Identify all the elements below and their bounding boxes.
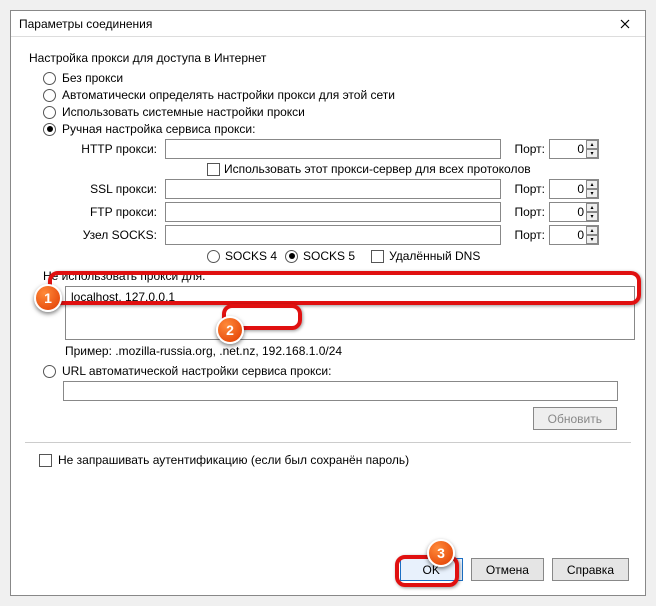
radio-icon [43, 123, 56, 136]
radio-system-proxy[interactable]: Использовать системные настройки прокси [43, 105, 631, 119]
port-label: Порт: [505, 142, 545, 156]
example-text: Пример: .mozilla-russia.org, .net.nz, 19… [65, 344, 631, 358]
socks-label: Узел SOCKS: [67, 228, 161, 242]
no-proxy-textarea[interactable]: localhost, 127.0.0.1 [65, 286, 635, 340]
radio-label: Без прокси [62, 71, 123, 85]
ftp-label: FTP прокси: [67, 205, 161, 219]
radio-icon [43, 89, 56, 102]
auto-url-label: URL автоматической настройки сервиса про… [62, 364, 331, 378]
port-spinner[interactable]: ▴▾ [586, 180, 598, 198]
radio-manual-proxy[interactable]: Ручная настройка сервиса прокси: [43, 122, 631, 136]
ssl-label: SSL прокси: [67, 182, 161, 196]
radio-icon [43, 106, 56, 119]
ssl-proxy-input[interactable] [165, 179, 501, 199]
ssl-proxy-row: SSL прокси: Порт: ▴▾ [67, 179, 631, 199]
help-button[interactable]: Справка [552, 558, 629, 581]
radio-auto-detect[interactable]: Автоматически определять настройки прокс… [43, 88, 631, 102]
http-proxy-input[interactable] [165, 139, 501, 159]
ftp-proxy-row: FTP прокси: Порт: ▴▾ [67, 202, 631, 222]
no-proxy-value: localhost, 127.0.0.1 [71, 290, 175, 304]
divider [25, 442, 631, 443]
use-for-all-label: Использовать этот прокси-сервер для всех… [224, 162, 531, 176]
titlebar: Параметры соединения [11, 11, 645, 37]
window-title: Параметры соединения [19, 17, 152, 31]
close-button[interactable] [605, 11, 645, 37]
radio-label: Ручная настройка сервиса прокси: [62, 122, 255, 136]
radio-socks5[interactable]: SOCKS 5 [285, 249, 355, 263]
socks-proxy-row: Узел SOCKS: Порт: ▴▾ [67, 225, 631, 245]
radio-label: Использовать системные настройки прокси [62, 105, 305, 119]
socks4-label: SOCKS 4 [225, 249, 277, 263]
radio-auto-url[interactable]: URL автоматической настройки сервиса про… [43, 364, 631, 378]
socks-proxy-input[interactable] [165, 225, 501, 245]
connection-settings-window: Параметры соединения Настройка прокси дл… [10, 10, 646, 596]
auth-label: Не запрашивать аутентификацию (если был … [58, 453, 409, 467]
section-title: Настройка прокси для доступа в Интернет [29, 51, 631, 65]
callout-2: 2 [216, 316, 244, 344]
use-for-all-row[interactable]: Использовать этот прокси-сервер для всех… [207, 162, 631, 176]
cancel-button[interactable]: Отмена [471, 558, 544, 581]
port-spinner[interactable]: ▴▾ [586, 140, 598, 158]
radio-icon [207, 250, 220, 263]
port-label: Порт: [505, 182, 545, 196]
remote-dns-check[interactable]: Удалённый DNS [371, 249, 480, 263]
radio-icon [285, 250, 298, 263]
socks5-label: SOCKS 5 [303, 249, 355, 263]
close-icon [620, 19, 630, 29]
ftp-proxy-input[interactable] [165, 202, 501, 222]
remote-dns-label: Удалённый DNS [389, 249, 480, 263]
radio-no-proxy[interactable]: Без прокси [43, 71, 631, 85]
port-label: Порт: [505, 228, 545, 242]
radio-icon [43, 72, 56, 85]
auth-check-row[interactable]: Не запрашивать аутентификацию (если был … [39, 453, 631, 467]
no-proxy-for-label: Не использовать прокси для: [43, 269, 631, 283]
port-spinner[interactable]: ▴▾ [586, 226, 598, 244]
callout-3: 3 [427, 539, 455, 567]
checkbox-icon [39, 454, 52, 467]
radio-socks4[interactable]: SOCKS 4 [207, 249, 277, 263]
radio-label: Автоматически определять настройки прокс… [62, 88, 395, 102]
port-spinner[interactable]: ▴▾ [586, 203, 598, 221]
checkbox-icon [371, 250, 384, 263]
refresh-button: Обновить [533, 407, 617, 430]
auto-url-input [63, 381, 618, 401]
auto-url-row [63, 381, 631, 401]
callout-1: 1 [34, 284, 62, 312]
socks-version-row: SOCKS 4 SOCKS 5 Удалённый DNS [207, 249, 631, 263]
http-proxy-row: HTTP прокси: Порт: ▴▾ [67, 139, 631, 159]
port-label: Порт: [505, 205, 545, 219]
radio-icon [43, 365, 56, 378]
http-label: HTTP прокси: [67, 142, 161, 156]
checkbox-icon [207, 163, 220, 176]
